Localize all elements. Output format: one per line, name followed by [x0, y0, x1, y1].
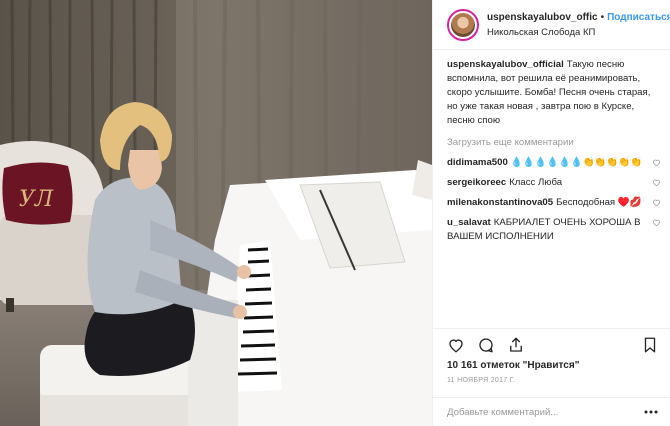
- header-separator: •: [600, 12, 605, 23]
- like-comment-heart-icon[interactable]: [652, 198, 661, 207]
- pillow-monogram: УЛ: [19, 187, 54, 212]
- location-link[interactable]: Никольская Слобода КП: [487, 27, 595, 38]
- comment-item: u_salavat КАБРИАЛЕТ ОЧЕНЬ ХОРОША В ВАШЕМ …: [447, 216, 661, 244]
- comment-text: 💧💧💧💧💧💧👏👏👏👏👏: [510, 157, 643, 168]
- like-comment-heart-icon[interactable]: [652, 218, 661, 227]
- header-row: uspenskayalubov_offic • Подписаться: [487, 12, 670, 23]
- comment-username[interactable]: milenakonstantinova05: [447, 197, 553, 208]
- post-actions-bar: [433, 328, 670, 358]
- comment-bubble-icon[interactable]: [477, 336, 495, 354]
- post-sidebar: uspenskayalubov_offic • Подписаться Николь…: [432, 0, 670, 426]
- comment-item: sergeikoreec Класс Люба: [447, 176, 661, 190]
- load-more-comments-button[interactable]: Загрузить еще комментарии: [447, 136, 661, 150]
- post-photo[interactable]: УЛ: [0, 0, 432, 426]
- avatar[interactable]: [447, 9, 479, 41]
- comment-item: didimama500 💧💧💧💧💧💧👏👏👏👏👏: [447, 156, 661, 170]
- bookmark-icon[interactable]: [641, 336, 659, 354]
- comment-text: Бесподобная ♥️💋: [556, 197, 642, 208]
- photo-illustration: УЛ: [0, 0, 432, 426]
- comments-list: uspenskayalubov_official Такую песню вспо…: [447, 58, 661, 250]
- monogram-pillow: УЛ: [2, 162, 73, 225]
- add-comment-bar: [433, 397, 670, 426]
- comment-username[interactable]: sergeikoreec: [447, 177, 506, 188]
- post-date: 11 НОЯБРЯ 2017 Г.: [447, 377, 516, 384]
- share-icon[interactable]: [507, 336, 525, 354]
- post-header: uspenskayalubov_offic • Подписаться Николь…: [433, 0, 670, 50]
- comment-text: Класс Люба: [509, 177, 563, 188]
- like-comment-heart-icon[interactable]: [652, 178, 661, 187]
- caption-username[interactable]: uspenskayalubov_official: [447, 59, 564, 70]
- comment-item: milenakonstantinova05 Бесподобная ♥️💋: [447, 196, 661, 210]
- like-heart-icon[interactable]: [447, 336, 465, 354]
- likes-count[interactable]: 10 161 отметок "Нравится": [447, 360, 579, 371]
- more-options-icon[interactable]: [643, 407, 659, 417]
- caption: uspenskayalubov_official Такую песню вспо…: [447, 58, 661, 128]
- header-username[interactable]: uspenskayalubov_offic: [487, 12, 598, 23]
- add-comment-input[interactable]: [447, 404, 627, 420]
- follow-button[interactable]: Подписаться: [607, 12, 670, 23]
- comment-username[interactable]: didimama500: [447, 157, 508, 168]
- comment-username[interactable]: u_salavat: [447, 217, 491, 228]
- like-comment-heart-icon[interactable]: [652, 158, 661, 167]
